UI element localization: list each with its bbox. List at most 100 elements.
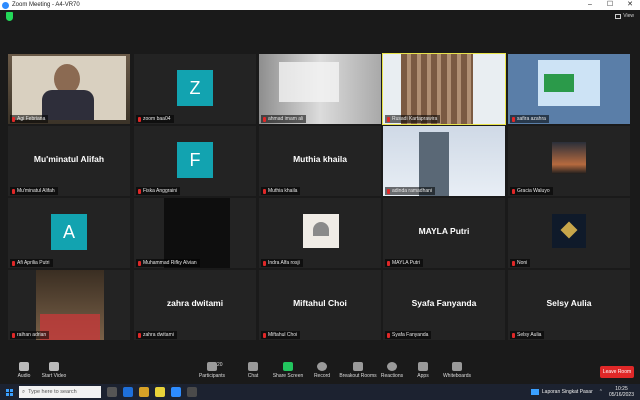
- participant-tile[interactable]: raihan adrian: [8, 270, 130, 340]
- windows-taskbar: ⌕ Type here to search Laporan Singkat Pa…: [0, 384, 640, 400]
- leave-button[interactable]: Leave Room: [600, 366, 634, 378]
- participant-tile[interactable]: safira azahra: [508, 54, 630, 124]
- grid-view-icon: [615, 13, 622, 19]
- participant-tile[interactable]: F Fiska Anggraini: [134, 126, 256, 196]
- participant-name-label: Agi Febriana: [10, 115, 49, 123]
- participant-name-label: ahmad imam ali: [261, 115, 307, 123]
- mic-muted-icon: [387, 188, 390, 194]
- record-icon: [317, 362, 327, 371]
- window-controls: – ☐ ✕: [580, 0, 640, 10]
- participant-display-name: Selsy Aulia: [546, 298, 592, 308]
- tray-chevron-icon[interactable]: ⌃: [599, 389, 603, 395]
- whiteboards-button[interactable]: Whiteboards: [433, 362, 481, 379]
- meeting-toolbar: Audio Start Video Participants 20 Chat S…: [0, 360, 640, 384]
- participant-display-name: Syafa Fanyanda: [411, 298, 477, 308]
- participant-tile[interactable]: Mu'minatul Alifah Mu'minatul Alifah: [8, 126, 130, 196]
- news-text: Laporan Singkat Pasar: [541, 389, 593, 395]
- participant-tile[interactable]: Noni: [508, 198, 630, 268]
- participant-name-label: Rusadi Kartaprawira: [385, 115, 441, 123]
- edge-icon[interactable]: [123, 387, 133, 397]
- participant-name-label: safira azahra: [510, 115, 549, 123]
- participant-tile[interactable]: Zzoom baa04: [134, 54, 256, 124]
- participant-tile[interactable]: zahra dwitami zahra dwitami: [134, 270, 256, 340]
- participant-name: Miftahul Choi: [268, 332, 298, 338]
- participant-name: MAYLA Putri: [392, 260, 420, 266]
- windows-start-icon[interactable]: [6, 388, 13, 396]
- mic-muted-icon: [12, 188, 15, 194]
- taskbar-search[interactable]: ⌕ Type here to search: [19, 386, 101, 398]
- reactions-icon: [387, 362, 397, 371]
- participant-name: safira azahra: [517, 116, 546, 122]
- mic-muted-icon: [138, 116, 141, 122]
- mic-muted-icon: [263, 188, 266, 194]
- taskbar-clock[interactable]: 10:25 05/16/2023: [609, 386, 634, 398]
- window-title: Zoom Meeting - A4-VR70: [12, 2, 80, 8]
- mic-muted-icon: [138, 188, 141, 194]
- participant-display-name: Miftahul Choi: [293, 298, 347, 308]
- zoom-app-icon[interactable]: [171, 387, 181, 397]
- participant-tile[interactable]: adinda ramadhani: [383, 126, 505, 196]
- participant-name: Selsy Aulia: [517, 332, 542, 338]
- participant-name-label: Syafa Fanyanda: [385, 331, 432, 339]
- app-icon[interactable]: [187, 387, 197, 397]
- start-video-button[interactable]: Start Video: [30, 362, 78, 379]
- participant-name: ahmad imam ali: [268, 116, 304, 122]
- participant-name-label: raihan adrian: [10, 331, 50, 339]
- chat-label: Chat: [247, 373, 259, 379]
- chrome-icon[interactable]: [155, 387, 165, 397]
- participant-name-label: Indra Alfa rosji: [261, 259, 303, 267]
- participant-avatar: Z: [177, 70, 213, 106]
- participant-tile[interactable]: A Afi Aprilia Putri: [8, 198, 130, 268]
- audio-label: Audio: [17, 373, 31, 379]
- participant-tile[interactable]: ahmad imam ali: [259, 54, 381, 124]
- participant-name: Syafa Fanyanda: [392, 332, 429, 338]
- mic-muted-icon: [512, 116, 515, 122]
- participant-tile[interactable]: Muthia khaila Muthia khaila: [259, 126, 381, 196]
- participant-display-name: MAYLA Putri: [418, 226, 470, 236]
- participant-tile[interactable]: Syafa Fanyanda Syafa Fanyanda: [383, 270, 505, 340]
- mic-muted-icon: [387, 116, 390, 122]
- participant-name: Agi Febriana: [17, 116, 46, 122]
- search-placeholder: Type here to search: [28, 389, 77, 395]
- task-view-icon[interactable]: [107, 387, 117, 397]
- view-button[interactable]: View: [615, 13, 634, 19]
- news-widget[interactable]: Laporan Singkat Pasar: [530, 389, 593, 395]
- participant-name: Mu'minatul Alifah: [17, 188, 55, 194]
- apps-label: Apps: [417, 373, 429, 379]
- participant-tile[interactable]: Indra Alfa rosji: [259, 198, 381, 268]
- maximize-button[interactable]: ☐: [600, 0, 620, 10]
- participant-name: Muthia khaila: [268, 188, 298, 194]
- participant-tile[interactable]: Selsy Aulia Selsy Aulia: [508, 270, 630, 340]
- start-video-label: Start Video: [41, 373, 67, 379]
- apps-icon: [418, 362, 428, 371]
- participant-tile[interactable]: Gracia Waluyo: [508, 126, 630, 196]
- participant-name-label: Gracia Waluyo: [510, 187, 553, 195]
- file-explorer-icon[interactable]: [139, 387, 149, 397]
- close-button[interactable]: ✕: [620, 0, 640, 10]
- participant-name-label: adinda ramadhani: [385, 187, 436, 195]
- participant-tile[interactable]: Agi Febriana: [8, 54, 130, 124]
- zoom-logo-icon: [2, 1, 9, 9]
- security-shield-icon[interactable]: [6, 12, 13, 21]
- mic-muted-icon: [512, 260, 515, 266]
- mic-muted-icon: [263, 260, 266, 266]
- participant-tile[interactable]: MAYLA Putri MAYLA Putri: [383, 198, 505, 268]
- mic-muted-icon: [387, 260, 390, 266]
- participant-name: Noni: [517, 260, 528, 266]
- gallery-grid: Agi Febriana Zzoom baa04 ahmad imam ali Rus…: [8, 53, 632, 340]
- view-label: View: [623, 13, 634, 19]
- participant-tile[interactable]: Rusadi Kartaprawira: [382, 53, 506, 125]
- system-tray: Laporan Singkat Pasar ⌃ 10:25 05/16/2023: [530, 386, 640, 398]
- mic-muted-icon: [12, 116, 15, 122]
- meeting-topbar: View: [0, 10, 640, 24]
- minimize-button[interactable]: –: [580, 0, 600, 10]
- participant-tile[interactable]: Miftahul Choi Miftahul Choi: [259, 270, 381, 340]
- participant-name: Afi Aprilia Putri: [17, 260, 50, 266]
- mic-muted-icon: [12, 332, 15, 338]
- participants-count: 20: [217, 362, 223, 368]
- participant-name-label: MAYLA Putri: [385, 259, 423, 267]
- participant-tile[interactable]: Muhammad Rifky Alvian: [134, 198, 256, 268]
- participant-name: zoom baa04: [143, 116, 171, 122]
- participant-name: Muhammad Rifky Alvian: [143, 260, 197, 266]
- participant-display-name: zahra dwitami: [166, 298, 224, 308]
